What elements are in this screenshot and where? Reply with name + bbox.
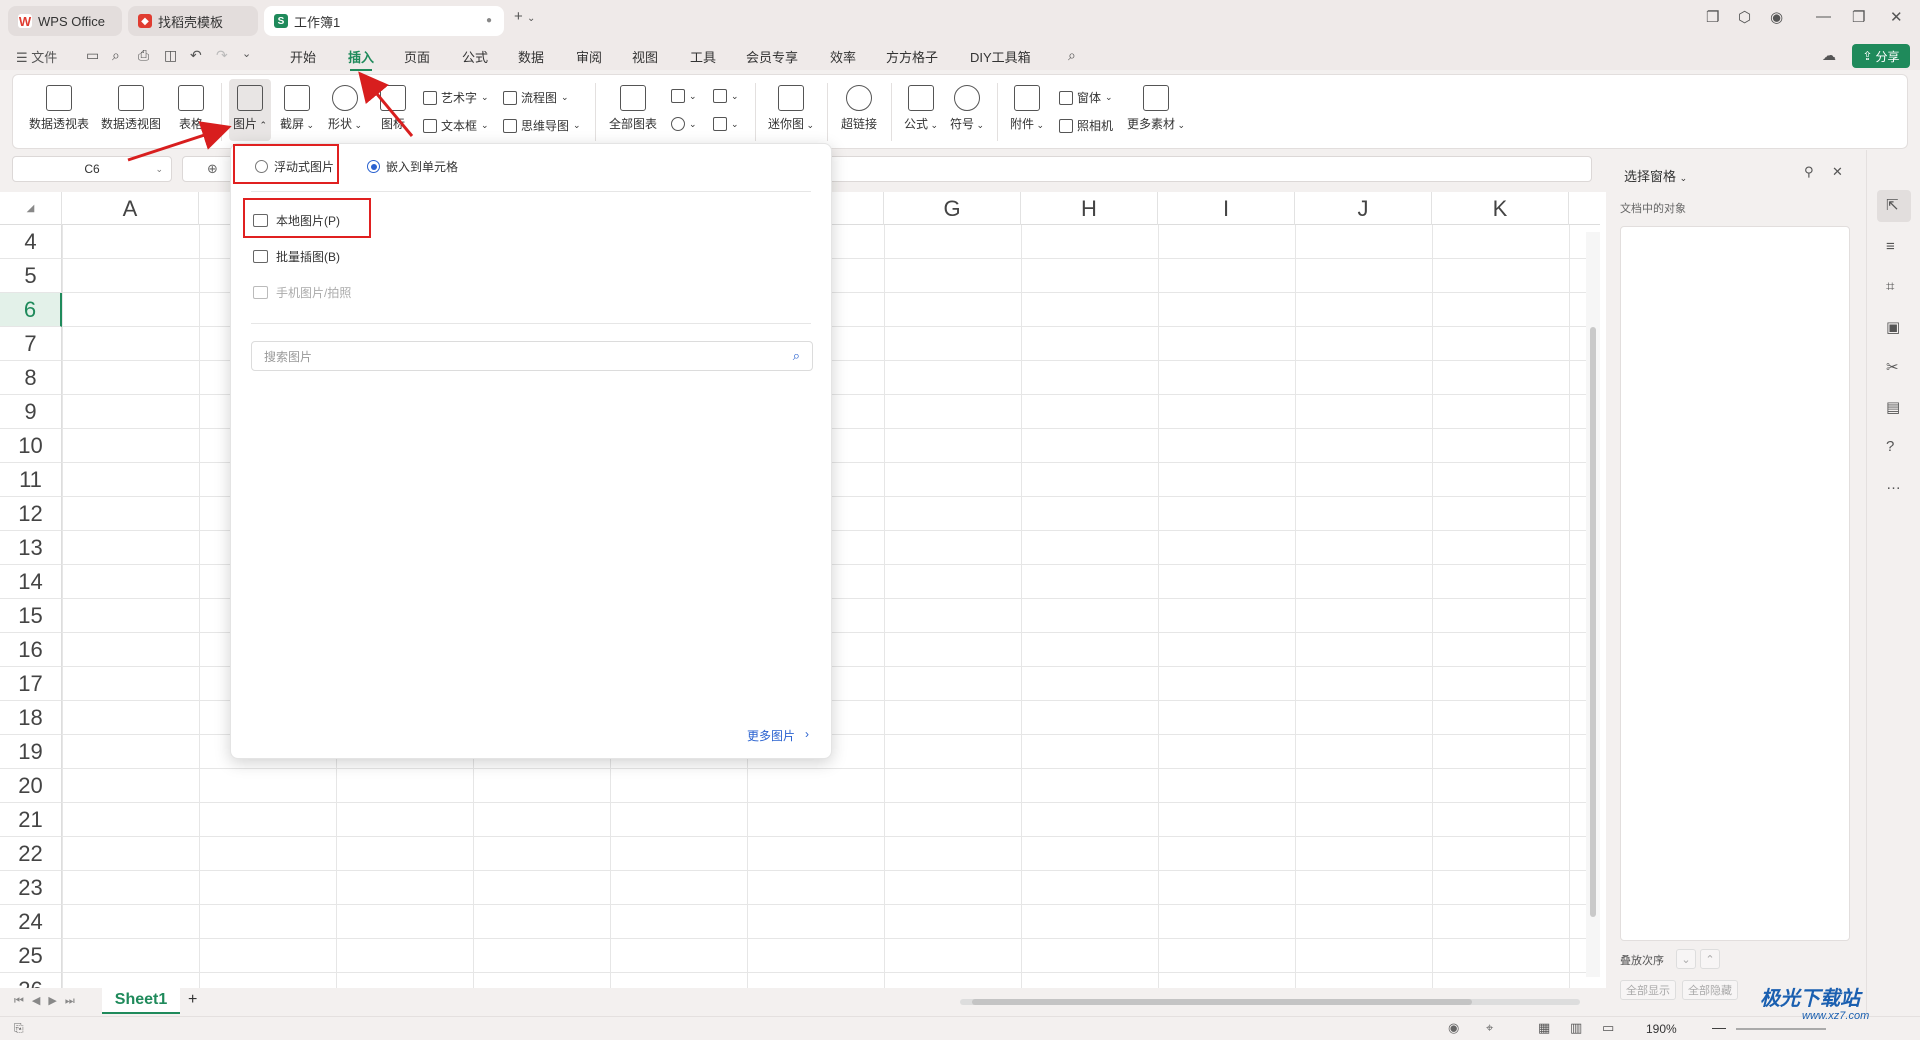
watermark-url: www.xz7.com	[1802, 1010, 1870, 1022]
arrow-to-insert-tab	[358, 71, 414, 137]
watermark-logo: 极光下载站	[1760, 988, 1860, 1010]
arrow-to-picture	[127, 121, 232, 162]
annotation-arrows	[127, 71, 414, 162]
